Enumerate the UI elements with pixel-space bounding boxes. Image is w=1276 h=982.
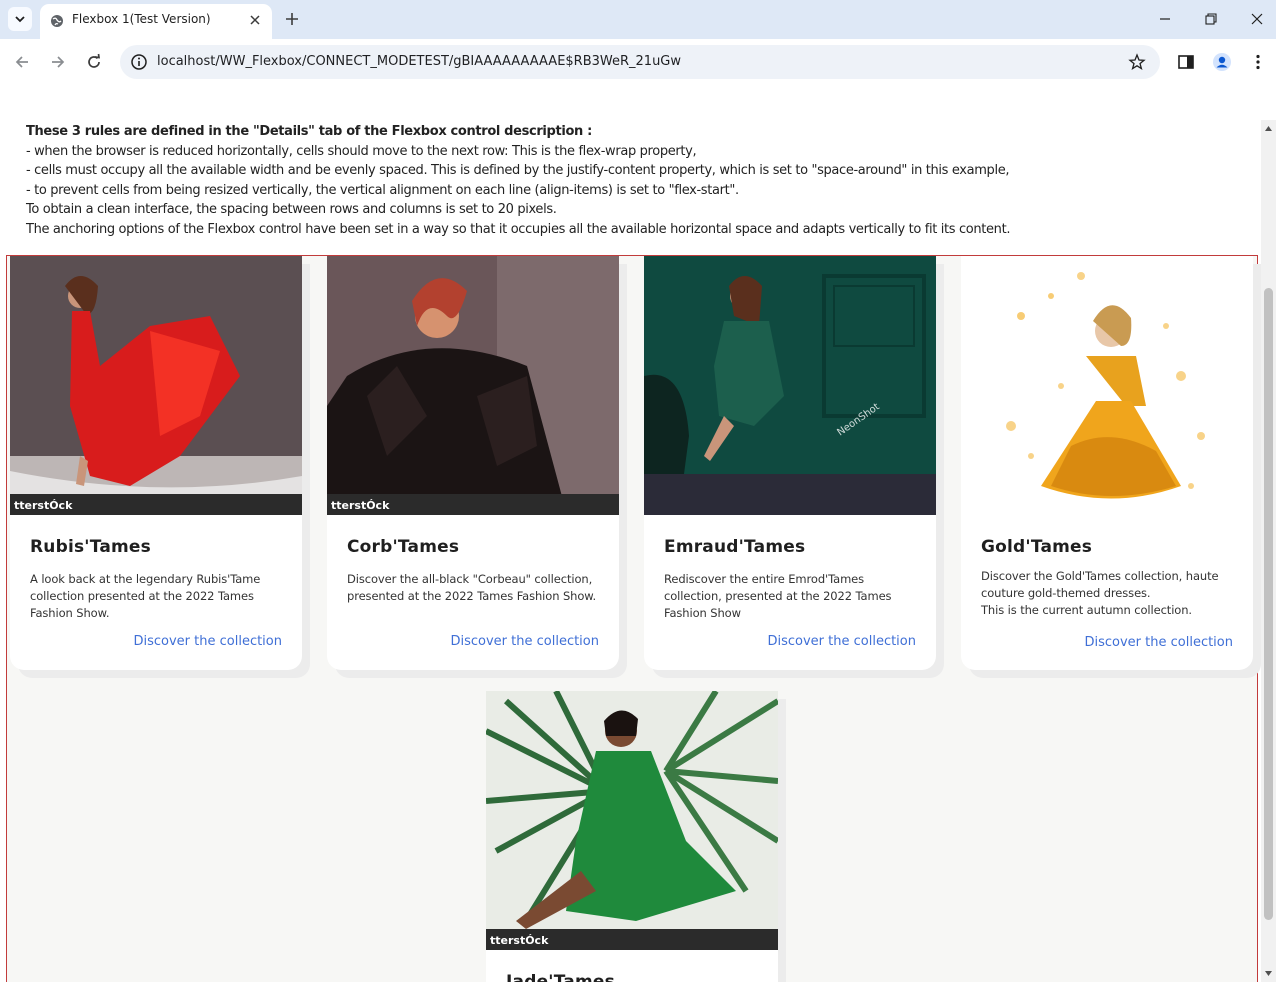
- reload-icon[interactable]: [84, 52, 104, 72]
- card-description: Discover the Gold'Tames collection, haut…: [981, 568, 1235, 619]
- scroll-thumb[interactable]: [1264, 288, 1273, 920]
- flexbox-container: tterstÓck Rubis'Tames A look back at the…: [6, 255, 1258, 982]
- close-icon[interactable]: [248, 13, 262, 27]
- intro-heading: These 3 rules are defined in the "Detail…: [26, 124, 592, 139]
- info-icon[interactable]: [130, 53, 148, 71]
- intro-line: - to prevent cells from being resized ve…: [26, 182, 739, 198]
- restore-icon[interactable]: [1202, 10, 1220, 28]
- card-title: Rubis'Tames: [30, 537, 151, 557]
- back-icon[interactable]: [12, 52, 32, 72]
- card-description-line: Discover the Gold'Tames collection, haut…: [981, 569, 1219, 600]
- intro-line: - cells must occupy all the available wi…: [26, 163, 1010, 178]
- card-image: NeonShot: [644, 256, 936, 515]
- collection-card: Gold'Tames Discover the Gold'Tames colle…: [961, 256, 1253, 670]
- watermark-text: tterstÓck: [490, 934, 549, 947]
- discover-link[interactable]: Discover the collection: [1084, 635, 1233, 650]
- card-description: Rediscover the entire Emrod'Tames collec…: [664, 572, 892, 620]
- new-tab-icon[interactable]: [282, 9, 302, 29]
- collection-card: tterstÓck Corb'Tames Discover the all-bl…: [327, 256, 619, 670]
- forward-icon[interactable]: [48, 52, 68, 72]
- card-description-line: This is the current autumn collection.: [981, 603, 1192, 617]
- card-description: Discover the all-black "Corbeau" collect…: [347, 572, 597, 603]
- watermark-text: tterstÓck: [14, 499, 73, 512]
- menu-kebab-icon[interactable]: [1248, 52, 1268, 72]
- card-title: Corb'Tames: [347, 537, 460, 557]
- intro-line: - when the browser is reduced horizontal…: [26, 143, 697, 159]
- scroll-down-arrow-icon[interactable]: [1264, 969, 1273, 978]
- card-title: Jade'Tames: [506, 972, 615, 982]
- card-description: A look back at the legendary Rubis'Tame …: [30, 572, 261, 620]
- browser-tab[interactable]: Flexbox 1(Test Version): [40, 4, 272, 39]
- page-scrollbar[interactable]: [1261, 120, 1276, 982]
- card-image: tterstÓck: [10, 256, 302, 515]
- card-image: [961, 256, 1253, 515]
- card-image: tterstÓck: [327, 256, 619, 515]
- profile-avatar-icon[interactable]: [1212, 52, 1232, 72]
- tab-strip: Flexbox 1(Test Version): [0, 0, 1276, 39]
- card-image: tterstÓck: [486, 691, 778, 950]
- minimize-icon[interactable]: [1156, 10, 1174, 28]
- intro-text: These 3 rules are defined in the "Detail…: [26, 122, 1246, 239]
- tab-title: Flexbox 1(Test Version): [72, 12, 211, 26]
- collection-card: NeonShot Emraud'Tames Rediscover the ent…: [644, 256, 936, 670]
- globe-icon: [51, 15, 63, 27]
- card-title: Emraud'Tames: [664, 537, 806, 557]
- page-viewport: These 3 rules are defined in the "Detail…: [0, 85, 1276, 982]
- intro-line: The anchoring options of the Flexbox con…: [26, 221, 1011, 237]
- side-panel-icon[interactable]: [1176, 52, 1196, 72]
- browser-toolbar: localhost/WW_Flexbox/CONNECT_MODETEST/gB…: [0, 39, 1276, 85]
- discover-link[interactable]: Discover the collection: [767, 634, 916, 649]
- chevron-down-icon: [15, 16, 25, 23]
- window-close-icon[interactable]: [1248, 10, 1266, 28]
- address-bar[interactable]: localhost/WW_Flexbox/CONNECT_MODETEST/gB…: [120, 45, 1160, 79]
- url-text[interactable]: localhost/WW_Flexbox/CONNECT_MODETEST/gB…: [157, 54, 681, 69]
- discover-link[interactable]: Discover the collection: [133, 634, 282, 649]
- watermark-text: tterstÓck: [331, 499, 390, 512]
- tab-search-button[interactable]: [8, 7, 32, 31]
- collection-card: tterstÓck Jade'Tames: [486, 691, 778, 982]
- scroll-up-arrow-icon[interactable]: [1264, 124, 1273, 133]
- discover-link[interactable]: Discover the collection: [450, 634, 599, 649]
- intro-line: To obtain a clean interface, the spacing…: [26, 202, 557, 217]
- collection-card: tterstÓck Rubis'Tames A look back at the…: [10, 256, 302, 670]
- card-title: Gold'Tames: [981, 537, 1093, 557]
- bookmark-star-icon[interactable]: [1128, 53, 1146, 71]
